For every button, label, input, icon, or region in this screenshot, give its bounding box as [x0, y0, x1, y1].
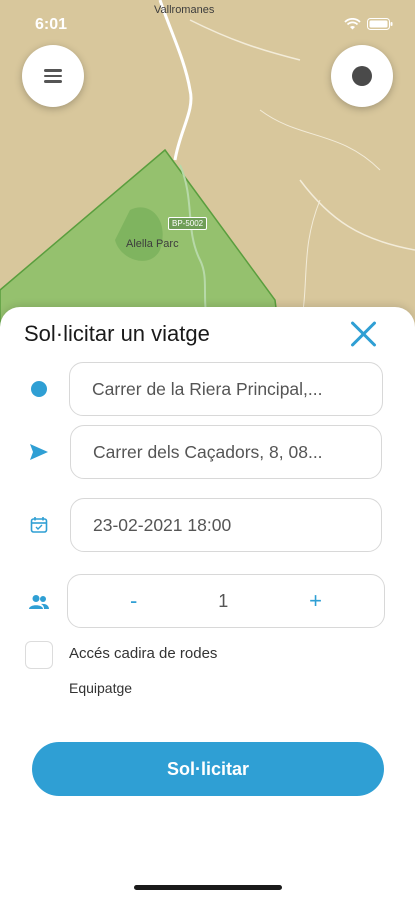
location-dot-icon — [352, 66, 372, 86]
wifi-icon — [344, 17, 361, 35]
destination-field[interactable]: Carrer dels Caçadors, 8, 08... — [70, 425, 382, 479]
calendar-icon — [28, 514, 50, 536]
origin-dot-icon — [28, 378, 50, 400]
close-icon[interactable] — [349, 319, 379, 349]
status-icons — [344, 17, 393, 35]
passenger-count: 1 — [218, 590, 229, 611]
people-icon — [28, 591, 50, 613]
luggage-label[interactable]: Equipatge — [69, 680, 132, 696]
status-bar: 6:01 — [0, 0, 415, 44]
passenger-stepper: - 1 + — [67, 574, 385, 628]
home-indicator — [134, 885, 282, 890]
request-trip-sheet: Sol·licitar un viatge Carrer de la Riera… — [0, 307, 415, 900]
locate-button[interactable] — [331, 45, 393, 107]
send-arrow-icon — [28, 441, 50, 463]
wheelchair-label: Accés cadira de rodes — [69, 645, 218, 662]
menu-button[interactable] — [22, 45, 84, 107]
map-place-label: Alella Parc — [126, 238, 179, 250]
sheet-title: Sol·licitar un viatge — [24, 321, 210, 346]
origin-field[interactable]: Carrer de la Riera Principal,... — [69, 362, 383, 416]
submit-button[interactable]: Sol·licitar — [32, 742, 384, 796]
increment-button[interactable]: + — [309, 588, 322, 614]
hamburger-icon — [44, 66, 62, 86]
road-tag: BP-5002 — [168, 217, 208, 230]
datetime-field[interactable]: 23-02-2021 18:00 — [70, 498, 382, 552]
wheelchair-checkbox[interactable] — [25, 641, 53, 669]
status-time: 6:01 — [35, 16, 68, 33]
battery-icon — [367, 17, 393, 35]
decrement-button[interactable]: - — [130, 588, 137, 614]
